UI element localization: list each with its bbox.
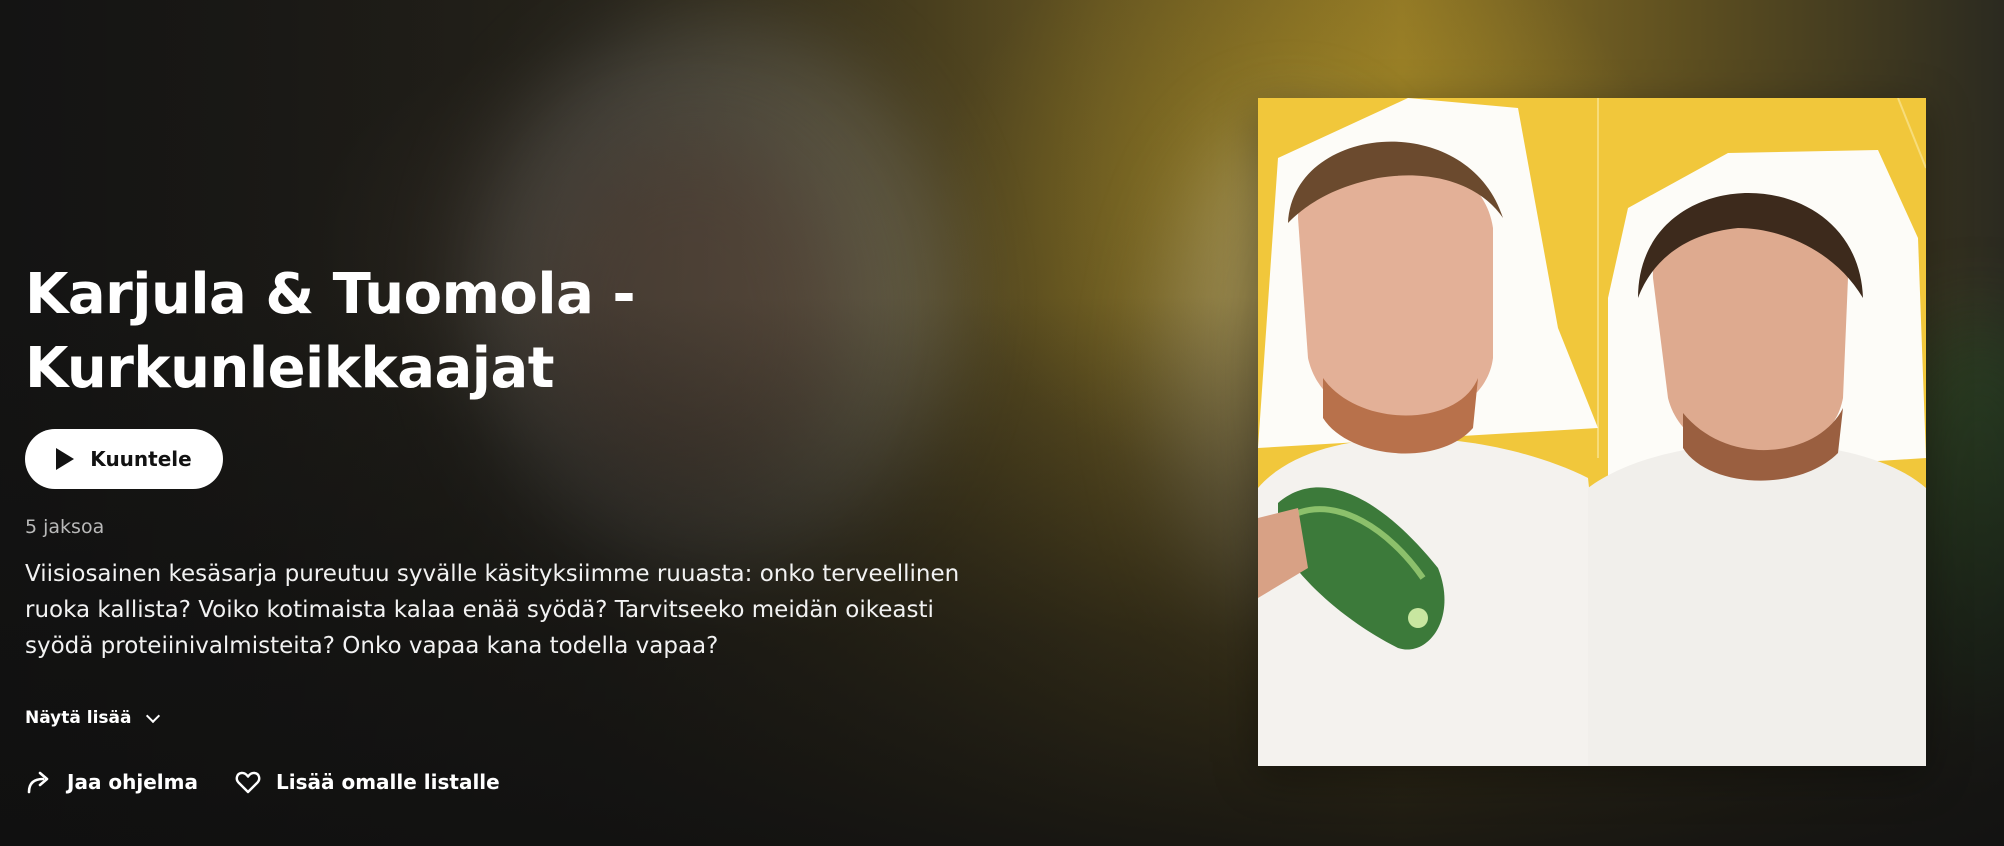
play-icon [56,448,75,470]
program-description: Viisiosainen kesäsarja pureutuu syvälle … [25,561,960,659]
listen-button[interactable]: Kuuntele [25,429,223,489]
add-to-list-button[interactable]: Lisää omalle listalle [234,768,500,796]
cover-illustration [1258,98,1926,766]
program-actions: Jaa ohjelma Lisää omalle listalle [25,768,500,796]
program-title: Karjula & Tuomola - Kurkunleikkaajat [25,262,636,401]
share-arrow-icon [27,771,49,794]
share-label: Jaa ohjelma [67,770,198,794]
add-to-list-label: Lisää omalle listalle [276,770,500,794]
episode-count: 5 jaksoa [25,516,105,538]
heart-icon [235,771,261,794]
program-cover-image [1258,98,1926,766]
show-more-label: Näytä lisää [25,708,132,728]
show-more-button[interactable]: Näytä lisää [25,708,160,728]
listen-button-label: Kuuntele [90,447,192,471]
chevron-down-icon [145,708,160,723]
share-button[interactable]: Jaa ohjelma [25,768,198,796]
